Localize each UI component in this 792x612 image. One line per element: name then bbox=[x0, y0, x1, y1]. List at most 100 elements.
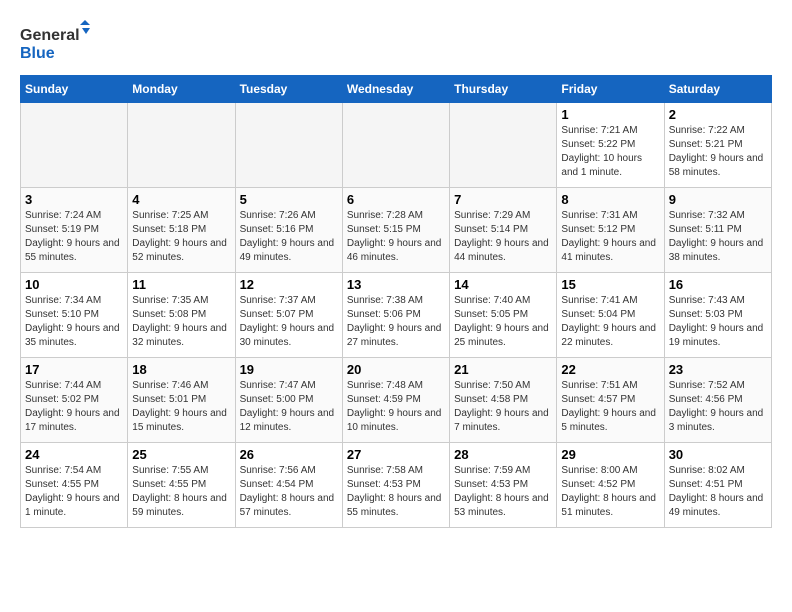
day-number: 29 bbox=[561, 447, 659, 462]
day-of-week-header: Thursday bbox=[450, 76, 557, 103]
day-info: Sunrise: 7:24 AM Sunset: 5:19 PM Dayligh… bbox=[25, 209, 123, 265]
day-info: Sunrise: 7:50 AM Sunset: 4:58 PM Dayligh… bbox=[454, 379, 552, 435]
calendar-cell bbox=[128, 103, 235, 188]
day-info: Sunrise: 7:31 AM Sunset: 5:12 PM Dayligh… bbox=[561, 209, 659, 265]
calendar-cell: 2Sunrise: 7:22 AM Sunset: 5:21 PM Daylig… bbox=[664, 103, 771, 188]
day-number: 19 bbox=[240, 362, 338, 377]
day-info: Sunrise: 7:41 AM Sunset: 5:04 PM Dayligh… bbox=[561, 294, 659, 350]
svg-text:General: General bbox=[20, 27, 80, 44]
day-of-week-header: Saturday bbox=[664, 76, 771, 103]
day-info: Sunrise: 7:55 AM Sunset: 4:55 PM Dayligh… bbox=[132, 464, 230, 520]
calendar-cell: 30 Sunrise: 8:02 AM Sunset: 4:51 PM Dayli… bbox=[664, 443, 771, 528]
calendar-cell bbox=[342, 103, 449, 188]
day-number: 20 bbox=[347, 362, 445, 377]
calendar-week-row: 17 Sunrise: 7:44 AM Sunset: 5:02 PM Dayli… bbox=[21, 358, 772, 443]
day-info: Sunrise: 7:51 AM Sunset: 4:57 PM Dayligh… bbox=[561, 379, 659, 435]
day-number: 14 bbox=[454, 277, 552, 292]
day-number: 28 bbox=[454, 447, 552, 462]
day-number: 6 bbox=[347, 192, 445, 207]
day-info: Sunrise: 7:34 AM Sunset: 5:10 PM Dayligh… bbox=[25, 294, 123, 350]
day-info: Sunrise: 8:02 AM Sunset: 4:51 PM Dayligh… bbox=[669, 464, 767, 520]
day-number: 23 bbox=[669, 362, 767, 377]
day-info: Sunrise: 7:38 AM Sunset: 5:06 PM Dayligh… bbox=[347, 294, 445, 350]
day-of-week-header: Monday bbox=[128, 76, 235, 103]
day-number: 1 bbox=[561, 107, 659, 122]
calendar-cell: 18 Sunrise: 7:46 AM Sunset: 5:01 PM Dayli… bbox=[128, 358, 235, 443]
day-info: Sunrise: 7:29 AM Sunset: 5:14 PM Dayligh… bbox=[454, 209, 552, 265]
day-of-week-header: Wednesday bbox=[342, 76, 449, 103]
day-of-week-header: Sunday bbox=[21, 76, 128, 103]
day-info: Sunrise: 7:54 AM Sunset: 4:55 PM Dayligh… bbox=[25, 464, 123, 520]
day-number: 18 bbox=[132, 362, 230, 377]
calendar-cell: 17 Sunrise: 7:44 AM Sunset: 5:02 PM Dayli… bbox=[21, 358, 128, 443]
day-number: 10 bbox=[25, 277, 123, 292]
day-number: 4 bbox=[132, 192, 230, 207]
calendar-cell: 25Sunrise: 7:55 AM Sunset: 4:55 PM Dayli… bbox=[128, 443, 235, 528]
day-number: 7 bbox=[454, 192, 552, 207]
calendar-cell: 8Sunrise: 7:31 AM Sunset: 5:12 PM Daylig… bbox=[557, 188, 664, 273]
day-info: Sunrise: 7:25 AM Sunset: 5:18 PM Dayligh… bbox=[132, 209, 230, 265]
logo: GeneralBlue bbox=[20, 20, 90, 65]
day-info: Sunrise: 7:48 AM Sunset: 4:59 PM Dayligh… bbox=[347, 379, 445, 435]
calendar-cell: 23 Sunrise: 7:52 AM Sunset: 4:56 PM Dayli… bbox=[664, 358, 771, 443]
day-info: Sunrise: 7:44 AM Sunset: 5:02 PM Dayligh… bbox=[25, 379, 123, 435]
calendar-cell: 5 Sunrise: 7:26 AM Sunset: 5:16 PM Daylig… bbox=[235, 188, 342, 273]
calendar-cell bbox=[450, 103, 557, 188]
logo-svg: GeneralBlue bbox=[20, 20, 90, 65]
calendar-cell: 4 Sunrise: 7:25 AM Sunset: 5:18 PM Daylig… bbox=[128, 188, 235, 273]
day-number: 22 bbox=[561, 362, 659, 377]
day-info: Sunrise: 7:40 AM Sunset: 5:05 PM Dayligh… bbox=[454, 294, 552, 350]
day-number: 13 bbox=[347, 277, 445, 292]
calendar-cell: 29 Sunrise: 8:00 AM Sunset: 4:52 PM Dayli… bbox=[557, 443, 664, 528]
calendar-cell: 20 Sunrise: 7:48 AM Sunset: 4:59 PM Dayli… bbox=[342, 358, 449, 443]
day-info: Sunrise: 7:37 AM Sunset: 5:07 PM Dayligh… bbox=[240, 294, 338, 350]
calendar-cell: 12 Sunrise: 7:37 AM Sunset: 5:07 PM Dayli… bbox=[235, 273, 342, 358]
day-info: Sunrise: 7:46 AM Sunset: 5:01 PM Dayligh… bbox=[132, 379, 230, 435]
day-info: Sunrise: 7:47 AM Sunset: 5:00 PM Dayligh… bbox=[240, 379, 338, 435]
calendar-week-row: 10 Sunrise: 7:34 AM Sunset: 5:10 PM Dayli… bbox=[21, 273, 772, 358]
day-info: Sunrise: 7:26 AM Sunset: 5:16 PM Dayligh… bbox=[240, 209, 338, 265]
calendar-cell: 13 Sunrise: 7:38 AM Sunset: 5:06 PM Dayli… bbox=[342, 273, 449, 358]
calendar-cell: 19 Sunrise: 7:47 AM Sunset: 5:00 PM Dayli… bbox=[235, 358, 342, 443]
day-number: 9 bbox=[669, 192, 767, 207]
calendar-week-row: 3 Sunrise: 7:24 AM Sunset: 5:19 PM Daylig… bbox=[21, 188, 772, 273]
day-number: 21 bbox=[454, 362, 552, 377]
calendar-cell bbox=[235, 103, 342, 188]
calendar-cell: 3 Sunrise: 7:24 AM Sunset: 5:19 PM Daylig… bbox=[21, 188, 128, 273]
day-number: 16 bbox=[669, 277, 767, 292]
calendar-cell: 7 Sunrise: 7:29 AM Sunset: 5:14 PM Daylig… bbox=[450, 188, 557, 273]
day-number: 30 bbox=[669, 447, 767, 462]
calendar-cell bbox=[21, 103, 128, 188]
svg-text:Blue: Blue bbox=[20, 45, 55, 62]
day-number: 3 bbox=[25, 192, 123, 207]
day-number: 26 bbox=[240, 447, 338, 462]
day-info: Sunrise: 7:32 AM Sunset: 5:11 PM Dayligh… bbox=[669, 209, 767, 265]
day-number: 5 bbox=[240, 192, 338, 207]
day-number: 11 bbox=[132, 277, 230, 292]
day-info: Sunrise: 7:59 AM Sunset: 4:53 PM Dayligh… bbox=[454, 464, 552, 520]
day-number: 24 bbox=[25, 447, 123, 462]
calendar-week-row: 1 Sunrise: 7:21 AM Sunset: 5:22 PM Daylig… bbox=[21, 103, 772, 188]
calendar-header-row: SundayMondayTuesdayWednesdayThursdayFrid… bbox=[21, 76, 772, 103]
calendar-cell: 9 Sunrise: 7:32 AM Sunset: 5:11 PM Daylig… bbox=[664, 188, 771, 273]
calendar: SundayMondayTuesdayWednesdayThursdayFrid… bbox=[20, 75, 772, 528]
day-info: Sunrise: 7:58 AM Sunset: 4:53 PM Dayligh… bbox=[347, 464, 445, 520]
day-number: 12 bbox=[240, 277, 338, 292]
day-info: Sunrise: 7:43 AM Sunset: 5:03 PM Dayligh… bbox=[669, 294, 767, 350]
day-of-week-header: Tuesday bbox=[235, 76, 342, 103]
header: GeneralBlue bbox=[20, 20, 772, 65]
day-info: Sunrise: 7:52 AM Sunset: 4:56 PM Dayligh… bbox=[669, 379, 767, 435]
day-info: Sunrise: 7:56 AM Sunset: 4:54 PM Dayligh… bbox=[240, 464, 338, 520]
day-of-week-header: Friday bbox=[557, 76, 664, 103]
day-info: Sunrise: 7:21 AM Sunset: 5:22 PM Dayligh… bbox=[561, 124, 659, 180]
day-info: Sunrise: 7:28 AM Sunset: 5:15 PM Dayligh… bbox=[347, 209, 445, 265]
calendar-cell: 28 Sunrise: 7:59 AM Sunset: 4:53 PM Dayli… bbox=[450, 443, 557, 528]
day-number: 17 bbox=[25, 362, 123, 377]
calendar-week-row: 24 Sunrise: 7:54 AM Sunset: 4:55 PM Dayli… bbox=[21, 443, 772, 528]
calendar-cell: 24 Sunrise: 7:54 AM Sunset: 4:55 PM Dayli… bbox=[21, 443, 128, 528]
calendar-cell: 16 Sunrise: 7:43 AM Sunset: 5:03 PM Dayli… bbox=[664, 273, 771, 358]
day-number: 2 bbox=[669, 107, 767, 122]
calendar-cell: 1 Sunrise: 7:21 AM Sunset: 5:22 PM Daylig… bbox=[557, 103, 664, 188]
day-info: Sunrise: 8:00 AM Sunset: 4:52 PM Dayligh… bbox=[561, 464, 659, 520]
calendar-cell: 26 Sunrise: 7:56 AM Sunset: 4:54 PM Dayli… bbox=[235, 443, 342, 528]
